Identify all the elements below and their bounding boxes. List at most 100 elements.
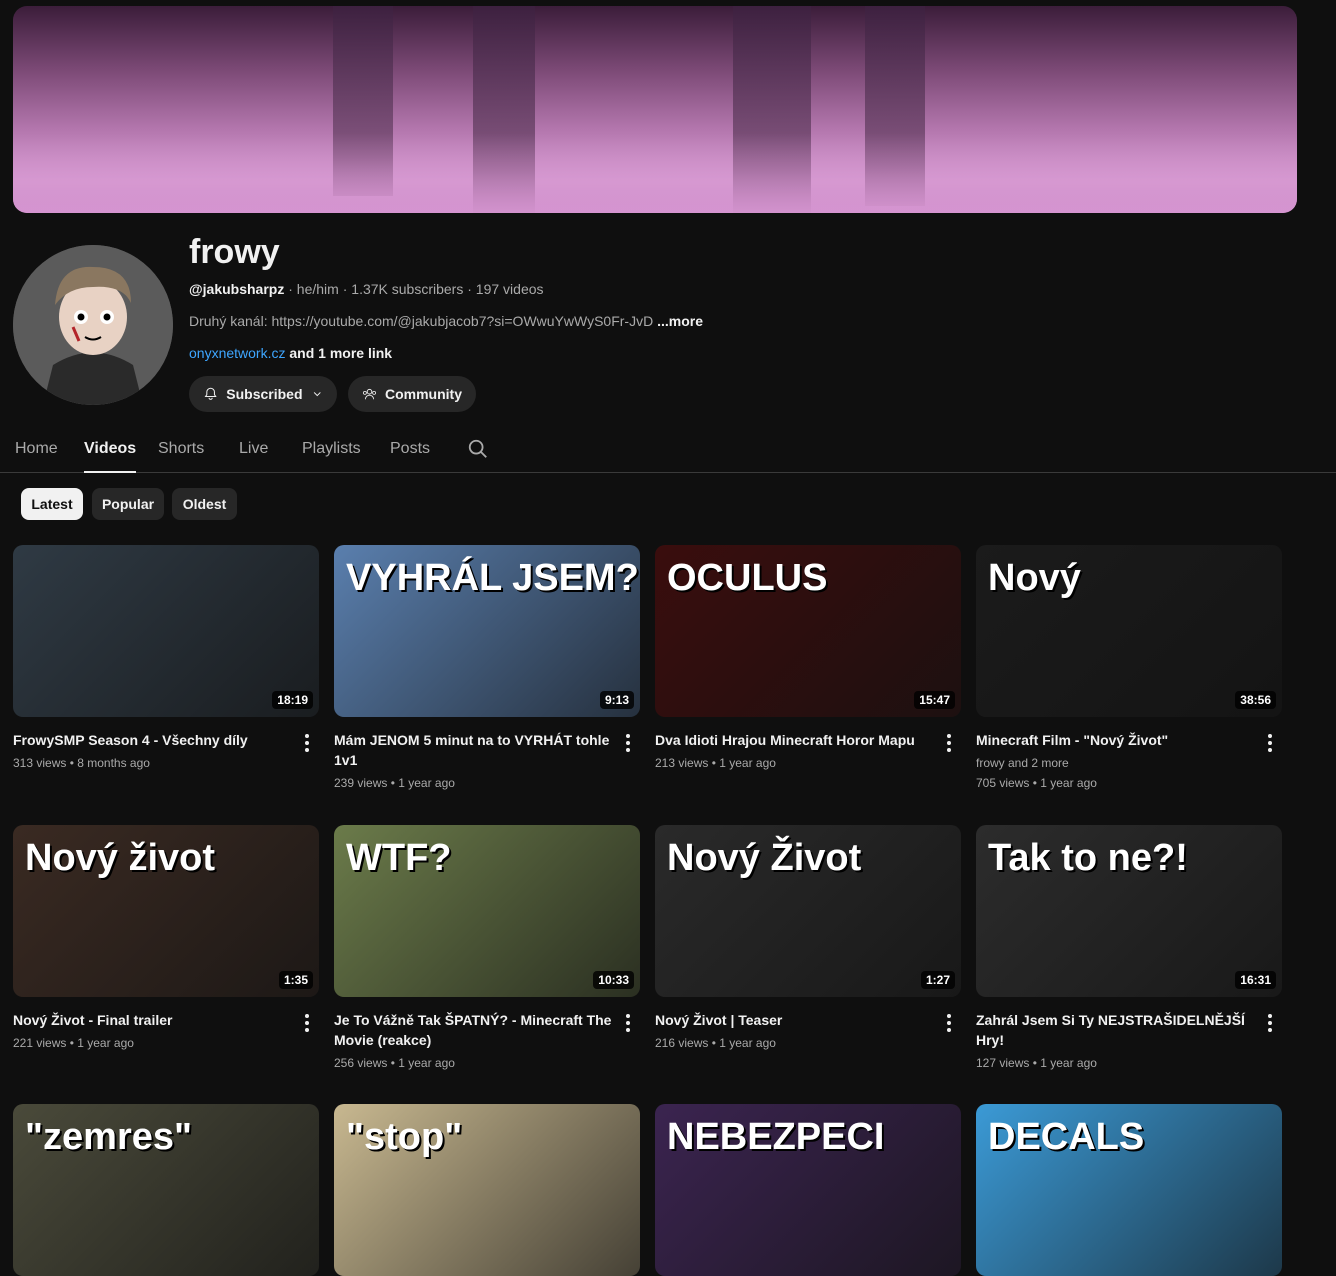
video-duration: 1:27 xyxy=(920,971,955,989)
video-duration: 18:19 xyxy=(272,691,313,709)
thumbnail-overlay-text: Tak to ne?! xyxy=(988,837,1188,879)
thumbnail-overlay-text: WTF? xyxy=(346,837,452,879)
video-title[interactable]: Minecraft Film - "Nový Život" xyxy=(976,730,1258,750)
channel-pronouns: he/him xyxy=(296,281,339,297)
video-thumbnail[interactable]: "stop" xyxy=(334,1104,640,1276)
video-count: 197 videos xyxy=(475,281,544,297)
banner-haze xyxy=(13,133,1297,213)
subscriber-count: 1.37K subscribers xyxy=(351,281,464,297)
video-meta: frowy and 2 more xyxy=(976,756,1069,770)
video-thumbnail[interactable]: VYHRÁL JSEM? 9:13 xyxy=(334,545,640,717)
video-thumbnail[interactable]: Nový Život 1:27 xyxy=(655,825,961,997)
community-icon xyxy=(362,388,377,400)
tab-home[interactable]: Home xyxy=(15,440,58,458)
channel-tabs: Home Videos Shorts Live Playlists Posts xyxy=(0,430,1336,473)
video-card[interactable]: DECALS xyxy=(976,1104,1282,1276)
more-vert-icon[interactable] xyxy=(616,1011,640,1035)
video-card[interactable]: 18:19 FrowySMP Season 4 - Všechny díly 313… xyxy=(13,545,319,770)
tab-videos[interactable]: Videos xyxy=(84,440,137,473)
meta-separator: · xyxy=(288,281,297,297)
more-vert-icon[interactable] xyxy=(295,731,319,755)
video-thumbnail[interactable]: Nový 38:56 xyxy=(976,545,1282,717)
video-meta: 256 views • 1 year ago xyxy=(334,1056,455,1070)
more-vert-icon[interactable] xyxy=(937,1011,961,1035)
more-links-button[interactable]: and 1 more link xyxy=(289,345,392,361)
video-card[interactable]: "stop" xyxy=(334,1104,640,1276)
thumbnail-overlay-text: Nový Život xyxy=(667,837,862,879)
more-vert-icon[interactable] xyxy=(1258,1011,1282,1035)
video-card[interactable]: Tak to ne?! 16:31 Zahrál Jsem Si Ty NEJSTR… xyxy=(976,825,1282,1070)
chip-oldest[interactable]: Oldest xyxy=(172,488,237,520)
channel-name: frowy xyxy=(189,233,280,271)
video-card[interactable]: VYHRÁL JSEM? 9:13 Mám JENOM 5 minut na to … xyxy=(334,545,640,790)
more-vert-icon[interactable] xyxy=(937,731,961,755)
channel-description[interactable]: Druhý kanál: https://youtube.com/@jakubj… xyxy=(189,313,703,329)
video-thumbnail[interactable]: Nový život 1:35 xyxy=(13,825,319,997)
chip-latest[interactable]: Latest xyxy=(21,488,83,520)
video-duration: 16:31 xyxy=(1235,971,1276,989)
video-card[interactable]: OCULUS 15:47 Dva Idioti Hrajou Minecraft H… xyxy=(655,545,961,770)
tab-posts[interactable]: Posts xyxy=(390,440,430,458)
video-card[interactable]: "zemres" xyxy=(13,1104,319,1276)
thumbnail-overlay-text: Nový život xyxy=(25,837,216,879)
thumbnail-overlay-text: DECALS xyxy=(988,1116,1145,1158)
chevron-down-icon xyxy=(313,392,321,397)
video-title[interactable]: Zahrál Jsem Si Ty NEJSTRAŠIDELNĚJŠÍ Hry! xyxy=(976,1010,1258,1050)
video-title[interactable]: FrowySMP Season 4 - Všechny díly xyxy=(13,730,295,750)
video-thumbnail[interactable]: DECALS xyxy=(976,1104,1282,1276)
avatar-illustration xyxy=(13,245,173,405)
video-meta: 313 views • 8 months ago xyxy=(13,756,150,770)
thumbnail-overlay-text: Nový xyxy=(988,557,1081,599)
meta-separator: · xyxy=(467,281,476,297)
video-thumbnail[interactable]: Tak to ne?! 16:31 xyxy=(976,825,1282,997)
channel-avatar[interactable] xyxy=(13,245,173,405)
tab-live[interactable]: Live xyxy=(239,440,268,458)
search-icon[interactable] xyxy=(467,438,489,460)
video-card[interactable]: NEBEZPECI xyxy=(655,1104,961,1276)
more-vert-icon[interactable] xyxy=(616,731,640,755)
video-thumbnail[interactable]: 18:19 xyxy=(13,545,319,717)
video-card[interactable]: Nový Život 1:27 Nový Život | Teaser 216 vie… xyxy=(655,825,961,1050)
thumbnail-overlay-text: VYHRÁL JSEM? xyxy=(346,557,639,599)
community-label: Community xyxy=(385,386,462,402)
video-meta: 213 views • 1 year ago xyxy=(655,756,776,770)
community-button[interactable]: Community xyxy=(348,376,476,412)
video-card[interactable]: Nový život 1:35 Nový Život - Final trailer… xyxy=(13,825,319,1050)
video-duration: 15:47 xyxy=(914,691,955,709)
video-meta-secondary: 705 views • 1 year ago xyxy=(976,776,1097,790)
description-text: Druhý kanál: https://youtube.com/@jakubj… xyxy=(189,313,654,329)
video-thumbnail[interactable]: NEBEZPECI xyxy=(655,1104,961,1276)
channel-links: onyxnetwork.cz and 1 more link xyxy=(189,345,392,361)
video-meta: 216 views • 1 year ago xyxy=(655,1036,776,1050)
description-more-button[interactable]: ...more xyxy=(657,313,703,329)
channel-banner xyxy=(13,6,1297,213)
video-thumbnail[interactable]: "zemres" xyxy=(13,1104,319,1276)
tab-shorts[interactable]: Shorts xyxy=(158,440,204,458)
video-title[interactable]: Dva Idioti Hrajou Minecraft Horor Mapu xyxy=(655,730,937,750)
video-card[interactable]: Nový 38:56 Minecraft Film - "Nový Život" fr… xyxy=(976,545,1282,790)
bell-icon xyxy=(204,387,217,400)
video-meta: 239 views • 1 year ago xyxy=(334,776,455,790)
meta-separator: · xyxy=(342,281,352,297)
channel-link[interactable]: onyxnetwork.cz xyxy=(189,345,285,361)
video-meta: 221 views • 1 year ago xyxy=(13,1036,134,1050)
channel-handle[interactable]: @jakubsharpz xyxy=(189,281,284,297)
video-thumbnail[interactable]: WTF? 10:33 xyxy=(334,825,640,997)
video-title[interactable]: Je To Vážně Tak ŠPATNÝ? - Minecraft The … xyxy=(334,1010,616,1050)
more-vert-icon[interactable] xyxy=(295,1011,319,1035)
video-title[interactable]: Nový Život - Final trailer xyxy=(13,1010,295,1030)
tab-playlists[interactable]: Playlists xyxy=(302,440,361,458)
video-meta: 127 views • 1 year ago xyxy=(976,1056,1097,1070)
chip-popular[interactable]: Popular xyxy=(92,488,164,520)
more-vert-icon[interactable] xyxy=(1258,731,1282,755)
subscribed-label: Subscribed xyxy=(226,386,303,402)
video-duration: 9:13 xyxy=(599,691,634,709)
video-title[interactable]: Nový Život | Teaser xyxy=(655,1010,937,1030)
channel-meta: @jakubsharpz · he/him · 1.37K subscriber… xyxy=(189,281,544,297)
video-thumbnail[interactable]: OCULUS 15:47 xyxy=(655,545,961,717)
thumbnail-overlay-text: "zemres" xyxy=(25,1116,193,1158)
video-card[interactable]: WTF? 10:33 Je To Vážně Tak ŠPATNÝ? - Minec… xyxy=(334,825,640,1070)
thumbnail-overlay-text: "stop" xyxy=(346,1116,463,1158)
subscribed-button[interactable]: Subscribed xyxy=(189,376,337,412)
video-title[interactable]: Mám JENOM 5 minut na to VYRHÁT tohle 1v1 xyxy=(334,730,616,770)
